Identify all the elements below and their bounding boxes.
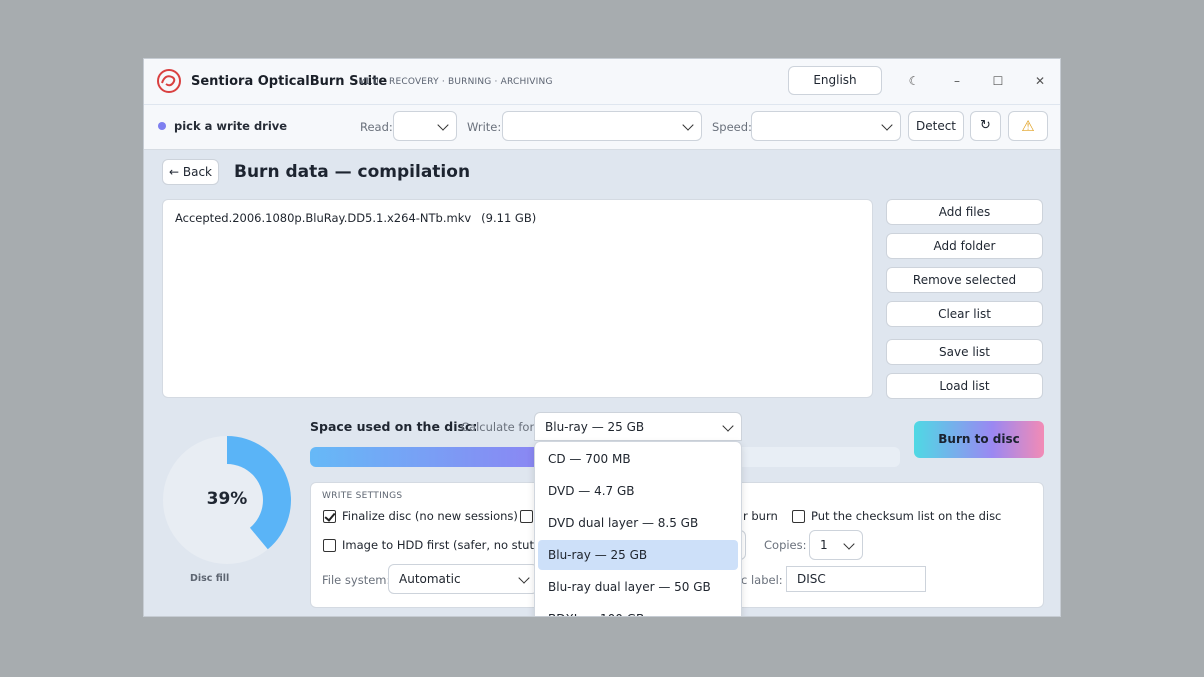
finalize-checkbox[interactable] bbox=[323, 510, 336, 523]
image-first-label: Image to HDD first (safer, no stutter) bbox=[342, 538, 555, 552]
remove-selected-button[interactable]: Remove selected bbox=[886, 267, 1043, 293]
file-name: Accepted.2006.1080p.BluRay.DD5.1.x264-NT… bbox=[175, 211, 472, 225]
clear-list-button[interactable]: Clear list bbox=[886, 301, 1043, 327]
disc-fill-chart: 39% bbox=[162, 435, 292, 565]
drive-status: pick a write drive bbox=[174, 119, 288, 133]
filesystem-select[interactable]: Automatic bbox=[388, 564, 538, 594]
close-icon[interactable]: ✕ bbox=[1029, 70, 1051, 92]
chevron-down-icon bbox=[843, 538, 855, 550]
warning-icon[interactable]: ⚠ bbox=[1008, 111, 1048, 141]
app-tagline: RECOVERY · BURNING · ARCHIVING bbox=[389, 77, 553, 87]
add-files-button[interactable]: Add files bbox=[886, 199, 1043, 225]
disc-type-dropdown: CD — 700 MB DVD — 4.7 GB DVD dual layer … bbox=[534, 441, 742, 616]
detect-button[interactable]: Detect bbox=[908, 111, 964, 141]
load-list-button[interactable]: Load list bbox=[886, 373, 1043, 399]
chevron-down-icon bbox=[518, 572, 530, 584]
disc-type-select[interactable]: Blu-ray — 25 GB bbox=[534, 412, 742, 441]
app-logo-icon bbox=[157, 69, 181, 93]
back-button[interactable]: ← Back bbox=[162, 159, 219, 185]
app-window: Sentiora OpticalBurn Suite v1.0 RECOVERY… bbox=[143, 58, 1061, 617]
disc-fill-label: Disc fill bbox=[190, 573, 230, 584]
minimize-icon[interactable]: – bbox=[946, 70, 968, 92]
disc-option-cd[interactable]: CD — 700 MB bbox=[538, 444, 738, 474]
disc-label-input[interactable]: DISC bbox=[786, 566, 926, 592]
verify-label: r burn bbox=[743, 509, 778, 523]
disc-option-dvd[interactable]: DVD — 4.7 GB bbox=[538, 476, 738, 506]
add-folder-button[interactable]: Add folder bbox=[886, 233, 1043, 259]
read-label: Read: bbox=[360, 120, 393, 134]
space-used-label: Space used on the disc: bbox=[310, 419, 478, 434]
calculate-for-label: Calculate for: bbox=[461, 420, 538, 434]
title-bar: Sentiora OpticalBurn Suite v1.0 RECOVERY… bbox=[144, 59, 1060, 104]
write-drive-select[interactable] bbox=[502, 111, 702, 141]
file-size: (9.11 GB) bbox=[481, 211, 537, 225]
maximize-icon[interactable]: ☐ bbox=[987, 70, 1009, 92]
filesystem-label: File system: bbox=[322, 573, 391, 587]
disc-option-bluray-dl[interactable]: Blu-ray dual layer — 50 GB bbox=[538, 572, 738, 602]
copies-label: Copies: bbox=[764, 538, 807, 552]
checksum-label: Put the checksum list on the disc bbox=[811, 509, 1002, 523]
file-list[interactable]: Accepted.2006.1080p.BluRay.DD5.1.x264-NT… bbox=[162, 199, 873, 398]
disc-option-bluray[interactable]: Blu-ray — 25 GB bbox=[538, 540, 738, 570]
space-progress-fill bbox=[310, 447, 540, 467]
drive-toolbar: pick a write drive Read: Write: Speed: D… bbox=[144, 105, 1060, 150]
chevron-down-icon bbox=[682, 119, 694, 131]
chevron-down-icon bbox=[722, 420, 734, 432]
status-dot bbox=[158, 122, 166, 130]
finalize-label: Finalize disc (no new sessions) bbox=[342, 509, 518, 523]
page-title: Burn data — compilation bbox=[234, 162, 471, 182]
refresh-icon[interactable]: ↻ bbox=[970, 111, 1001, 141]
write-settings-heading: WRITE SETTINGS bbox=[322, 491, 403, 501]
app-title: Sentiora OpticalBurn Suite bbox=[191, 74, 388, 89]
verify-checkbox[interactable] bbox=[520, 510, 533, 523]
app-version: v1.0 bbox=[359, 77, 379, 87]
save-list-button[interactable]: Save list bbox=[886, 339, 1043, 365]
disc-fill-percent: 39% bbox=[206, 489, 248, 509]
list-item[interactable]: Accepted.2006.1080p.BluRay.DD5.1.x264-NT… bbox=[175, 211, 536, 225]
chevron-down-icon bbox=[881, 119, 893, 131]
language-button[interactable]: English bbox=[788, 66, 882, 95]
theme-toggle-icon[interactable]: ☾ bbox=[903, 70, 925, 92]
write-label: Write: bbox=[467, 120, 502, 134]
copies-select[interactable]: 1 bbox=[809, 530, 863, 560]
disc-option-bdxl[interactable]: BDXL — 100 GB bbox=[538, 604, 738, 616]
speed-select[interactable] bbox=[751, 111, 901, 141]
read-drive-select[interactable] bbox=[393, 111, 457, 141]
speed-label: Speed: bbox=[712, 120, 752, 134]
image-first-checkbox[interactable] bbox=[323, 539, 336, 552]
disc-option-dvd-dl[interactable]: DVD dual layer — 8.5 GB bbox=[538, 508, 738, 538]
burn-to-disc-button[interactable]: Burn to disc bbox=[914, 421, 1044, 458]
disc-label-label: c label: bbox=[741, 573, 783, 587]
checksum-checkbox[interactable] bbox=[792, 510, 805, 523]
chevron-down-icon bbox=[437, 119, 449, 131]
